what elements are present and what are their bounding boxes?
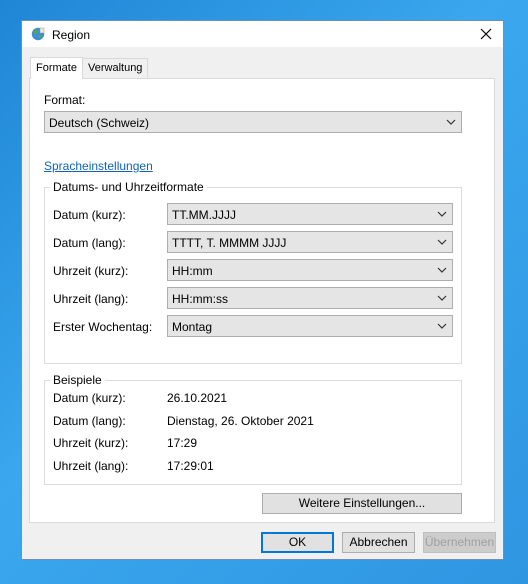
short-date-value: TT.MM.JJJJ	[172, 208, 236, 222]
first-weekday-dropdown[interactable]: Montag	[167, 315, 453, 337]
short-date-dropdown[interactable]: TT.MM.JJJJ	[167, 203, 453, 225]
title-bar[interactable]: Region	[22, 21, 503, 47]
globe-icon	[31, 27, 45, 41]
short-date-label: Datum (kurz):	[53, 208, 126, 222]
example-long-date-value: Dienstag, 26. Oktober 2021	[167, 414, 314, 428]
tab-formate[interactable]: Formate	[30, 57, 83, 79]
chevron-down-icon	[437, 211, 447, 217]
date-time-formats-legend: Datums- und Uhrzeitformate	[50, 180, 207, 194]
format-label: Format:	[44, 93, 86, 107]
long-date-value: TTTT, T. MMMM JJJJ	[172, 236, 287, 250]
chevron-down-icon	[437, 239, 447, 245]
region-dialog: Region Formate Verwaltung Format: Deutsc…	[21, 20, 504, 560]
example-short-time-label: Uhrzeit (kurz):	[53, 436, 129, 450]
first-weekday-label: Erster Wochentag:	[53, 320, 153, 334]
example-long-time-label: Uhrzeit (lang):	[53, 459, 129, 473]
chevron-down-icon	[446, 119, 456, 125]
cancel-button[interactable]: Abbrechen	[342, 532, 415, 553]
formate-panel: Format: Deutsch (Schweiz) Spracheinstell…	[29, 78, 495, 523]
examples-legend: Beispiele	[50, 373, 105, 387]
chevron-down-icon	[437, 323, 447, 329]
short-time-label: Uhrzeit (kurz):	[53, 264, 129, 278]
example-short-date-value: 26.10.2021	[167, 391, 228, 405]
first-weekday-value: Montag	[172, 320, 213, 334]
format-dropdown[interactable]: Deutsch (Schweiz)	[44, 111, 462, 133]
window-title: Region	[52, 28, 91, 42]
close-button[interactable]	[469, 21, 503, 47]
language-settings-link[interactable]: Spracheinstellungen	[44, 159, 153, 173]
long-date-dropdown[interactable]: TTTT, T. MMMM JJJJ	[167, 231, 453, 253]
ok-button[interactable]: OK	[261, 532, 334, 553]
format-value: Deutsch (Schweiz)	[49, 116, 150, 130]
more-settings-button[interactable]: Weitere Einstellungen...	[262, 493, 462, 514]
long-date-label: Datum (lang):	[53, 236, 126, 250]
tab-verwaltung[interactable]: Verwaltung	[82, 58, 149, 78]
long-time-value: HH:mm:ss	[172, 292, 228, 306]
example-short-date-label: Datum (kurz):	[53, 391, 126, 405]
long-time-label: Uhrzeit (lang):	[53, 292, 129, 306]
long-time-dropdown[interactable]: HH:mm:ss	[167, 287, 453, 309]
chevron-down-icon	[437, 295, 447, 301]
chevron-down-icon	[437, 267, 447, 273]
close-icon	[480, 28, 492, 40]
example-short-time-value: 17:29	[167, 436, 198, 450]
short-time-dropdown[interactable]: HH:mm	[167, 259, 453, 281]
example-long-time-value: 17:29:01	[167, 459, 214, 473]
example-long-date-label: Datum (lang):	[53, 414, 126, 428]
short-time-value: HH:mm	[172, 264, 213, 278]
apply-button: Übernehmen	[423, 532, 496, 553]
